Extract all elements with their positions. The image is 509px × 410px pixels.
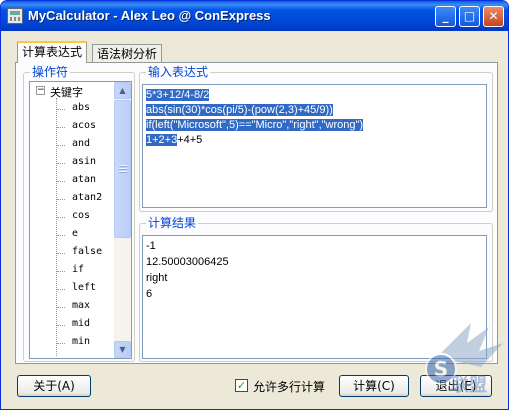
input-line-3-text: if(left("Microsoft",5)=="Micro","right",… — [146, 119, 364, 131]
tree-item-cos[interactable]: cos — [72, 210, 90, 221]
tree-item-mid[interactable]: mid — [72, 318, 90, 329]
operators-scrollbar[interactable]: ▲ ▼ — [114, 82, 131, 358]
watermark-badge: S — [434, 357, 448, 381]
close-button[interactable]: ✕ — [483, 6, 504, 27]
tree-connector — [57, 235, 65, 236]
multiline-checkbox-label[interactable]: 允许多行计算 — [253, 378, 325, 395]
watermark-logo: S 联盟 — [425, 323, 503, 396]
results-group-label: 计算结果 — [146, 216, 199, 230]
tree-connector — [57, 145, 65, 146]
tree-item-abs[interactable]: abs — [72, 102, 90, 113]
tree-item-atan[interactable]: atan — [72, 174, 96, 185]
input-line-2-text: abs(sin(30)*cos(pi/5)-(pow(2,3)+45/9)) — [146, 104, 333, 116]
multiline-checkbox[interactable]: ✓ — [235, 379, 248, 392]
app-window: MyCalculator - Alex Leo @ ConExpress _ □… — [0, 0, 509, 410]
tree-item-acos[interactable]: acos — [72, 120, 96, 131]
tree-item-left[interactable]: left — [72, 282, 96, 293]
tree-connector — [57, 127, 65, 128]
operators-group-label: 操作符 — [30, 65, 71, 79]
tree-connector — [57, 163, 65, 164]
result-line: -1 — [146, 240, 156, 252]
input-line-1-text: 5*3+12/4-8/2 — [146, 89, 210, 101]
window-title: MyCalculator - Alex Leo @ ConExpress — [28, 8, 271, 23]
title-bar[interactable]: MyCalculator - Alex Leo @ ConExpress _ □… — [1, 1, 508, 31]
tree-item-false[interactable]: false — [72, 246, 102, 257]
tree-item-and[interactable]: and — [72, 138, 90, 149]
calculator-icon — [7, 8, 23, 24]
scroll-down-icon[interactable]: ▼ — [114, 341, 131, 358]
input-group-label: 输入表达式 — [146, 65, 211, 79]
tree-connector — [57, 217, 65, 218]
expression-input[interactable]: 5*3+12/4-8/2 abs(sin(30)*cos(pi/5)-(pow(… — [142, 84, 487, 208]
input-line-3: if(left("Microsoft",5)=="Micro","right",… — [146, 118, 364, 133]
input-line-4: 1+2+3+4+5 — [146, 133, 202, 148]
tree-connector-line — [56, 98, 57, 356]
result-line: 6 — [146, 288, 153, 300]
tree-connector — [57, 307, 65, 308]
tree-root-keywords[interactable]: 关键字 — [50, 84, 83, 100]
watermark-text: 联盟 — [451, 375, 487, 396]
input-line-2: abs(sin(30)*cos(pi/5)-(pow(2,3)+45/9)) — [146, 103, 333, 118]
tree-connector — [57, 289, 65, 290]
operators-tree[interactable]: − 关键字 abs acos and asin atan atan2 cos e false if… — [29, 81, 132, 359]
collapse-icon[interactable]: − — [36, 86, 45, 95]
tree-connector — [57, 343, 65, 344]
minimize-button[interactable]: _ — [435, 6, 456, 27]
tree-item-min[interactable]: min — [72, 336, 90, 347]
tab-calculate-expression[interactable]: 计算表达式 — [17, 41, 88, 63]
tree-item-atan2[interactable]: atan2 — [72, 192, 102, 203]
scroll-thumb[interactable] — [114, 100, 131, 238]
tab-syntax-tree[interactable]: 语法树分析 — [92, 44, 163, 64]
tree-connector — [57, 253, 65, 254]
tree-connector — [57, 181, 65, 182]
result-line: 12.50003006425 — [146, 256, 229, 268]
tree-item-e[interactable]: e — [72, 228, 78, 239]
tree-item-asin[interactable]: asin — [72, 156, 96, 167]
input-line-1: 5*3+12/4-8/2 — [146, 88, 210, 103]
tree-connector — [57, 199, 65, 200]
tree-item-if[interactable]: if — [72, 264, 84, 275]
input-line-4-selected: 1+2+3 — [146, 134, 178, 146]
input-line-4-rest: +4+5 — [177, 134, 203, 146]
maximize-button[interactable]: □ — [459, 6, 480, 27]
tree-item-max[interactable]: max — [72, 300, 90, 311]
compute-button[interactable]: 计算(C) — [339, 375, 409, 397]
tree-connector — [57, 325, 65, 326]
result-line: right — [146, 272, 168, 284]
tree-connector — [57, 271, 65, 272]
about-button[interactable]: 关于(A) — [17, 375, 91, 397]
tree-connector — [57, 109, 65, 110]
scroll-up-icon[interactable]: ▲ — [114, 82, 131, 99]
